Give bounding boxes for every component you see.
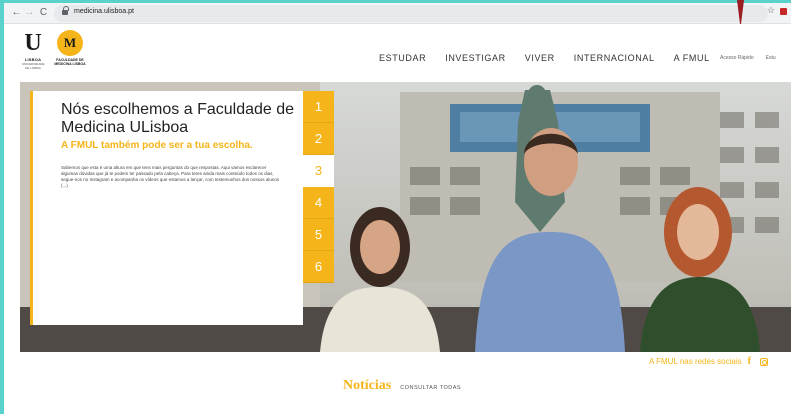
url-text: medicina.ulisboa.pt: [74, 8, 134, 15]
news-title: Notícias: [343, 378, 392, 393]
nav-investigar[interactable]: INVESTIGAR: [445, 53, 506, 65]
fmul-logo-text: FACULDADE DE MEDICINA LISBOA: [54, 58, 86, 67]
consultar-todas-link[interactable]: CONSULTAR TODAS: [400, 385, 461, 391]
slide-tab-6[interactable]: 6: [303, 251, 334, 283]
instagram-icon[interactable]: [759, 357, 768, 366]
social-links: A FMUL nas redes sociais f: [649, 356, 768, 367]
forward-arrow-icon[interactable]: →: [23, 6, 36, 20]
hero-text-card: Nós escolhemos a Faculdade de Medicina U…: [30, 91, 303, 325]
ulisboa-logo[interactable]: U LISBOA UNIVERSIDADE DE LISBOA: [22, 30, 45, 73]
slide-tab-2[interactable]: 2: [303, 123, 334, 155]
main-nav: ESTUDAR INVESTIGAR VIVER INTERNACIONAL A…: [379, 53, 729, 65]
slide-tab-5[interactable]: 5: [303, 219, 334, 251]
news-section-header: Notícias CONSULTAR TODAS: [343, 378, 461, 394]
nav-viver[interactable]: VIVER: [525, 53, 555, 65]
ulisboa-logo-sub: UNIVERSIDADE DE LISBOA: [22, 62, 45, 70]
acesso-rapido-link[interactable]: Acesso Rápido: [720, 55, 754, 61]
lock-icon: [62, 6, 69, 17]
nav-internacional[interactable]: INTERNACIONAL: [574, 53, 655, 65]
hero-subtitle: A FMUL também pode ser a tua escolha.: [61, 140, 253, 151]
estudantes-link[interactable]: Estu: [766, 55, 776, 61]
ulisboa-logo-letter: U: [24, 30, 42, 56]
nav-estudar[interactable]: ESTUDAR: [379, 53, 426, 65]
facebook-icon[interactable]: f: [748, 356, 751, 367]
extension-icon[interactable]: [780, 8, 787, 15]
fmul-logo[interactable]: M FACULDADE DE MEDICINA LISBOA: [52, 30, 88, 76]
site-header: U LISBOA UNIVERSIDADE DE LISBOA M FACULD…: [4, 24, 791, 80]
hero-body-text: Sabemos que esta é uma altura em que ten…: [61, 165, 280, 188]
hero-title: Nós escolhemos a Faculdade de Medicina U…: [61, 101, 295, 136]
reload-icon[interactable]: C: [37, 6, 50, 20]
fmul-logo-mark: M: [57, 30, 83, 56]
slide-tab-3[interactable]: 3: [303, 155, 334, 187]
bookmark-star-icon[interactable]: ☆: [767, 5, 775, 16]
back-arrow-icon[interactable]: ←: [10, 6, 23, 20]
nav-a-fmul[interactable]: A FMUL: [674, 53, 710, 65]
browser-toolbar: ← → C medicina.ulisboa.pt ☆: [4, 3, 791, 24]
utility-nav: Acesso Rápido Estu: [720, 55, 788, 61]
slide-tab-4[interactable]: 4: [303, 187, 334, 219]
slide-tabs: 1 2 3 4 5 6: [303, 91, 334, 283]
slide-tab-1[interactable]: 1: [303, 91, 334, 123]
social-label: A FMUL nas redes sociais: [649, 357, 742, 366]
address-bar[interactable]: medicina.ulisboa.pt: [54, 5, 768, 22]
